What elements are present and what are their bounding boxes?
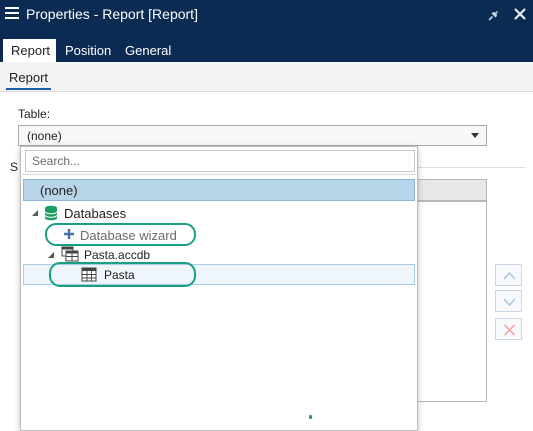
tree-item-databases-label: Databases [64,206,127,221]
expanded-arrow-icon[interactable] [31,209,39,217]
table-dropdown: (none) Databases Database wizard [20,146,418,431]
title-bar: Properties - Report [Report] [0,0,533,30]
highlight-outline [45,223,196,246]
move-up-icon [503,271,516,280]
tab-position[interactable]: Position [57,39,119,62]
option-none[interactable]: (none) [23,179,415,201]
section-label: S [10,160,19,174]
list-header [413,179,487,201]
move-down-button[interactable] [495,290,522,312]
resize-indicator [309,415,312,419]
delete-icon [503,324,516,336]
database-icon [44,205,58,221]
search-box[interactable] [25,150,415,172]
pin-icon[interactable] [486,5,504,23]
option-none-label: (none) [40,183,78,198]
fields-list[interactable] [413,201,487,402]
hamburger-icon[interactable] [5,7,19,21]
tree-item-pasta-accdb-label: Pasta.accdb [84,248,151,262]
tab-bar: Report Position General [0,30,533,62]
table-label: Table: [18,107,51,121]
tab-general[interactable]: General [117,39,179,62]
dropdown-tree: (none) Databases Database wizard Pasta.a… [22,174,416,429]
delete-button[interactable] [495,318,522,340]
chevron-down-icon [471,133,479,138]
tree-item-databases[interactable]: Databases [23,203,415,223]
section-divider [415,167,525,168]
database-file-icon [61,246,79,262]
table-select-value: (none) [27,129,62,143]
expanded-arrow-icon[interactable] [47,251,55,259]
table-select[interactable]: (none) [18,125,487,146]
tab-report[interactable]: Report [3,39,56,62]
highlight-outline [49,262,196,287]
window-title: Properties - Report [Report] [26,6,198,22]
subtab-bar: Report [0,62,533,92]
move-up-button[interactable] [495,264,522,286]
subtab-report[interactable]: Report [5,70,52,90]
search-input[interactable] [26,151,414,171]
close-icon[interactable] [511,5,529,23]
move-down-icon [503,298,516,307]
